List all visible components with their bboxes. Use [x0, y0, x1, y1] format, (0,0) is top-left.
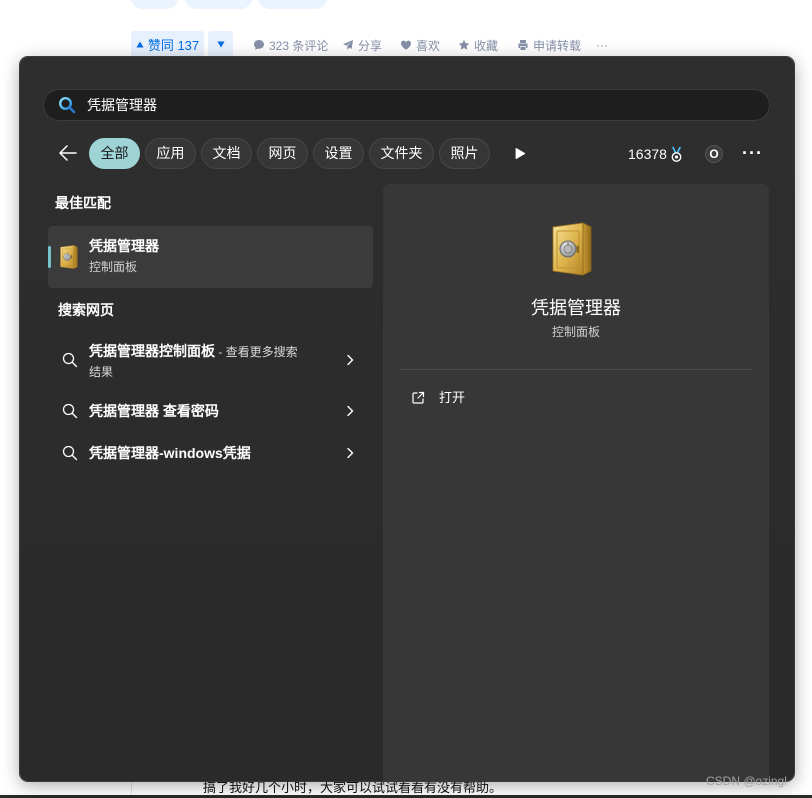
chevron-right-icon: [347, 405, 354, 417]
divider: [400, 369, 752, 370]
account-avatar[interactable]: O: [705, 145, 723, 163]
filter-settings[interactable]: 设置: [313, 138, 364, 169]
comments-button[interactable]: 323 条评论: [253, 37, 328, 53]
web-search-heading: 搜索网页: [58, 302, 114, 318]
share-label: 分享: [358, 38, 383, 53]
search-icon: [62, 352, 78, 368]
heart-icon: [401, 40, 411, 50]
result-preview-pane: 凭据管理器 控制面板 打开: [383, 184, 769, 781]
open-action-button[interactable]: 打开: [401, 386, 751, 410]
more-actions-button[interactable]: ···: [596, 37, 608, 53]
filter-apps[interactable]: 应用: [145, 138, 196, 169]
arrow-left-icon[interactable]: [58, 144, 78, 162]
triangle-up-icon: [136, 41, 144, 47]
filter-photos[interactable]: 照片: [439, 138, 490, 169]
star-icon: [458, 39, 470, 50]
best-match-item[interactable]: 凭据管理器 控制面板: [48, 226, 373, 288]
chevron-right-icon: [347, 354, 354, 366]
search-icon: [58, 96, 76, 114]
document-icon: [518, 40, 528, 50]
filter-folders[interactable]: 文件夹: [369, 138, 434, 169]
best-match-heading: 最佳匹配: [55, 195, 111, 211]
chevron-right-icon: [347, 447, 354, 459]
open-action-label: 打开: [439, 390, 466, 405]
web-result-text: 凭据管理器-windows凭据: [89, 443, 305, 464]
share-button[interactable]: 分享: [342, 37, 382, 53]
web-result-title: 凭据管理器 查看密码: [89, 403, 219, 419]
reprint-button[interactable]: 申请转载: [517, 37, 581, 53]
filter-web[interactable]: 网页: [257, 138, 308, 169]
web-result-text: 凭据管理器 查看密码: [89, 401, 305, 422]
reprint-label: 申请转载: [533, 38, 582, 53]
topic-tag[interactable]: [258, 0, 327, 9]
search-icon: [62, 445, 78, 461]
vote-up-label: 赞同 137: [147, 37, 200, 53]
medal-icon: [671, 146, 682, 162]
more-options-icon[interactable]: ···: [742, 143, 763, 163]
share-icon: [343, 40, 353, 50]
rewards-points[interactable]: 16378: [628, 144, 684, 164]
play-icon[interactable]: [514, 147, 526, 160]
like-button[interactable]: 喜欢: [400, 37, 440, 53]
credential-manager-safe-icon: [60, 245, 78, 269]
filter-documents[interactable]: 文档: [201, 138, 252, 169]
filter-tabs: 全部 应用 文档 网页 设置 文件夹 照片: [89, 138, 490, 169]
favorite-label: 收藏: [474, 38, 499, 53]
points-value: 16378: [628, 146, 667, 162]
web-result[interactable]: 凭据管理器-windows凭据: [48, 433, 373, 473]
windows-search-panel: 凭据管理器 全部 应用 文档 网页 设置 文件夹 照片 16378 O ··· …: [20, 57, 794, 781]
preview-title: 凭据管理器: [531, 298, 621, 318]
best-match-title: 凭据管理器: [89, 238, 159, 254]
web-result-title: 凭据管理器控制面板: [89, 343, 215, 359]
topic-tag[interactable]: [131, 0, 178, 9]
web-result[interactable]: 凭据管理器控制面板 - 查看更多搜索结果: [48, 340, 373, 382]
search-icon: [62, 403, 78, 419]
search-input[interactable]: 凭据管理器: [87, 89, 157, 121]
credential-manager-safe-icon: [552, 222, 592, 276]
answer-text: 搞了我好几个小时，大家可以试试看看有没有帮助。: [203, 780, 503, 795]
preview-subtitle: 控制面板: [551, 325, 600, 339]
best-match-subtitle: 控制面板: [89, 260, 138, 274]
web-result-title: 凭据管理器-windows凭据: [89, 445, 251, 461]
web-result-text: 凭据管理器控制面板 - 查看更多搜索结果: [89, 341, 305, 382]
open-external-icon: [412, 391, 425, 404]
more-horizontal-icon: ···: [596, 38, 608, 52]
csdn-watermark: CSDN @ozingl: [706, 774, 787, 788]
favorite-button[interactable]: 收藏: [458, 37, 498, 53]
search-box[interactable]: 凭据管理器: [43, 89, 770, 121]
like-label: 喜欢: [416, 38, 441, 53]
web-result[interactable]: 凭据管理器 查看密码: [48, 391, 373, 431]
comment-icon: [254, 40, 264, 50]
selection-indicator: [48, 246, 51, 268]
triangle-down-icon: [216, 41, 225, 47]
topic-tag[interactable]: [185, 0, 252, 9]
filter-all[interactable]: 全部: [89, 138, 140, 169]
comments-label: 323 条评论: [269, 38, 329, 53]
